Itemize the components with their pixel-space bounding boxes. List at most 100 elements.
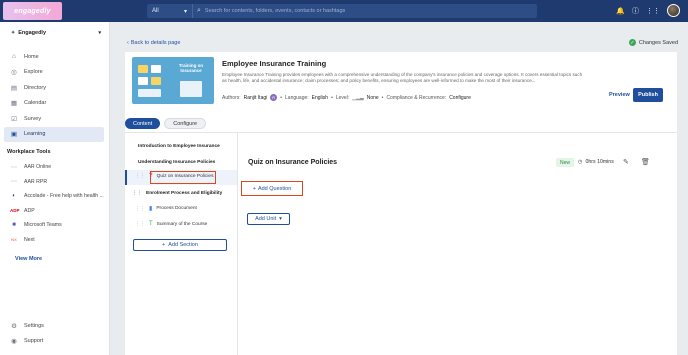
brand-logo[interactable]: engagedly [3,2,62,20]
accolade-icon: ◐ [12,193,16,200]
tool-next[interactable]: NX Next [4,233,108,248]
tool-label: AAR RPR [24,178,48,185]
summary-icon: T [149,221,153,227]
thumb-decoration [138,65,148,73]
sidebar-item-calendar[interactable]: ▦ Calendar [4,96,104,112]
sidebar-item-learning[interactable]: ▣ Learning [4,126,104,142]
search-input[interactable] [204,8,525,14]
duration[interactable]: ◷ 0hrs 10mins [578,159,614,165]
course-description: Employee Insurance Training provides emp… [222,72,583,84]
survey-icon: ☑ [11,115,17,123]
outline-section[interactable]: Introduction to Employee Insurance [138,144,220,149]
tool-label: ADP [24,207,35,214]
sidebar-item-settings[interactable]: ⚙ Settings [4,318,104,334]
settings-icon: ⚙ [11,322,17,330]
trash-icon[interactable]: 🗑 [641,158,650,166]
outline-item-summary[interactable]: ⋮⋮ T Summary of the Course [135,221,207,227]
tab-configure[interactable]: Configure [164,118,207,129]
tool-label: Microsoft Teams [24,222,62,229]
thumb-decoration [138,77,148,85]
sidebar-item-support[interactable]: ◉ Support [4,334,104,350]
search-scope-select[interactable]: All ▾ [147,4,193,18]
top-actions: 🔔 ⓘ ⋮⋮ [616,4,680,17]
top-bar: engagedly All ▾ ⌕ 🔔 ⓘ ⋮⋮ [0,0,688,22]
add-question-button[interactable]: + Add Question [241,181,303,196]
check-circle-icon: ✓ [628,39,636,46]
search-scope-label: All [152,8,159,14]
thumb-decoration [180,81,202,97]
sidebar-item-label: Support [24,338,44,345]
explore-icon: ◎ [11,69,17,77]
author-avatar: R [270,94,278,101]
home-icon: ⌂ [12,53,16,61]
tool-accolade[interactable]: ◐ Accolade - Free help with health ... [4,189,108,204]
adp-icon: ADP [10,208,20,214]
sidebar-nav: ⌂ Home ◎ Explore ▤ Directory ▦ Calendar … [4,49,104,142]
tool-microsoft-teams[interactable]: ■ Microsoft Teams [4,218,108,233]
outline-section[interactable]: ⋮⋮ Enrolment Process and Eligibility [132,190,222,196]
tool-aar-rpr[interactable]: ⋯ AAR RPR [4,175,108,190]
chevron-down-icon: ▾ [183,8,187,15]
thumb-decoration [138,89,161,97]
sidebar-item-home[interactable]: ⌂ Home [4,49,104,65]
back-to-details-link[interactable]: ‹ Back to details page [127,40,180,46]
apps-grid-icon[interactable]: ⋮⋮ [646,7,660,15]
thumbnail-title: Training on Insurance [178,63,204,74]
outline-section[interactable]: Understanding Insurance Policies [138,160,215,165]
compliance-configure-link[interactable]: Configure [449,95,471,101]
tool-label: Next [24,236,35,243]
help-icon[interactable]: ⓘ [632,6,639,16]
user-avatar[interactable] [667,4,680,17]
directory-icon: ▤ [10,84,18,92]
course-header: Training on Insurance Employee Insurance… [125,54,677,106]
drag-handle-icon[interactable]: ⋮⋮ [132,190,142,196]
sidebar-item-label: Calendar [24,100,47,107]
aar-icon: ⋯ [11,179,17,186]
tool-label: Accolade - Free help with health ... [24,193,104,200]
drag-handle-icon[interactable]: ⋮⋮ [135,173,145,179]
outline-section-label: Understanding Insurance Policies [138,160,216,165]
drag-handle-icon[interactable]: ⋮⋮ [135,221,145,227]
teams-icon: ■ [12,222,16,229]
aar-icon: ⋯ [11,164,17,171]
tool-aar-online[interactable]: ⋯ AAR Online [4,160,108,175]
org-name: Engagedly [18,30,47,36]
sidebar-item-survey[interactable]: ☑ Survey [4,111,104,127]
sidebar-item-label: Settings [24,322,44,329]
sidebar: ✦ Engagedly ▾ ⌂ Home ◎ Explore ▤ Directo… [0,22,110,355]
view-more-link[interactable]: View More [15,256,42,262]
support-icon: ◉ [11,338,17,346]
bell-icon[interactable]: 🔔 [616,7,625,15]
logo-text: engagedly [14,7,51,15]
quiz-title: Quiz on Insurance Policies [248,159,338,166]
add-section-button[interactable]: + Add Section [133,239,227,251]
edit-icon[interactable]: ✎ [623,158,629,166]
add-unit-label: Add Unit [255,216,277,222]
sidebar-item-label: Learning [24,131,46,138]
outline-item-document[interactable]: ⋮⋮ ▮ Process Document [135,205,197,213]
sidebar-item-label: Home [24,53,39,60]
drag-handle-icon[interactable]: ⋮⋮ [135,206,145,212]
preview-button[interactable]: Preview [609,92,630,98]
publish-button[interactable]: Publish [633,88,663,102]
course-title: Employee Insurance Training [222,59,327,68]
tab-content[interactable]: Content [125,118,161,129]
sidebar-item-directory[interactable]: ▤ Directory [4,80,104,96]
workplace-tools-list: ⋯ AAR Online ⋯ AAR RPR ◐ Accolade - Free… [4,160,108,247]
course-thumbnail: Training on Insurance [132,57,214,104]
back-label: Back to details page [130,40,181,46]
course-editor-card: Training on Insurance Employee Insurance… [125,52,677,355]
calendar-icon: ▦ [10,100,18,108]
language-value: English [311,94,329,101]
outline-section-label: Enrolment Process and Eligibility [146,190,223,196]
add-unit-button[interactable]: Add Unit ▾ [247,213,290,225]
author-name[interactable]: Ranjit Itagi [244,95,268,101]
plus-icon: + [162,242,166,248]
org-logo-icon: ✦ [11,30,16,36]
sidebar-bottom-nav: ⚙ Settings ◉ Support [4,318,104,349]
org-switcher[interactable]: ✦ Engagedly ▾ [11,30,103,36]
language-label: Language: [285,94,309,101]
save-status-label: Changes Saved [638,39,678,46]
tool-adp[interactable]: ADP ADP [4,204,108,219]
sidebar-item-explore[interactable]: ◎ Explore [4,65,104,81]
